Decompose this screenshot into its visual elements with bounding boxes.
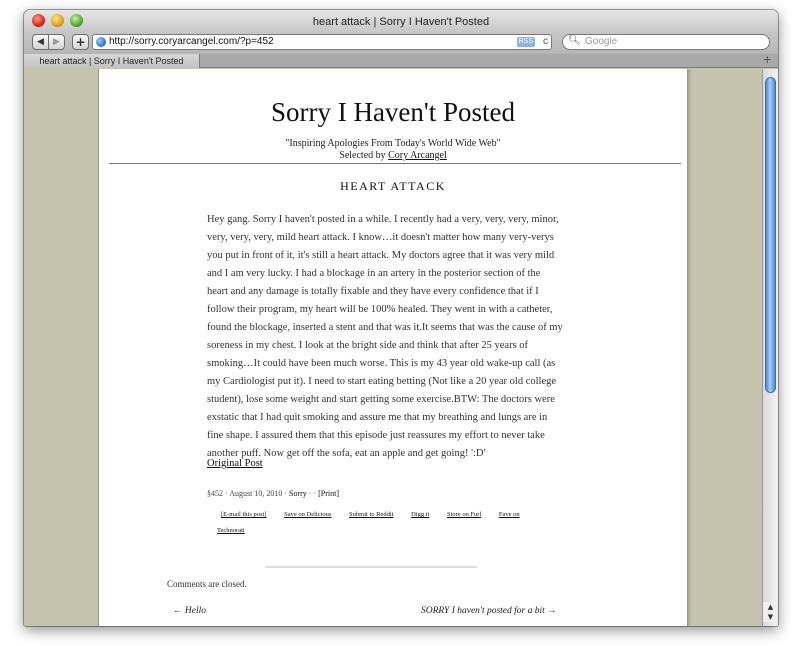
add-bookmark-button[interactable]: + (72, 34, 89, 50)
reload-icon[interactable]: c (543, 35, 548, 49)
next-post-link[interactable]: SORRY I haven't posted for a bit → (421, 606, 557, 616)
digg-link[interactable]: Digg it (411, 511, 429, 518)
toolbar: ◀ ▶ + http://sorry.coryarcangel.com/?p=4… (24, 32, 778, 54)
rss-button[interactable]: RSS (516, 37, 535, 47)
page-content: Sorry I Haven't Posted "Inspiring Apolog… (98, 69, 688, 626)
plus-icon: + (75, 35, 86, 49)
delicious-link[interactable]: Save on Delicious (284, 511, 331, 518)
search-icon: 🔍︎ (568, 35, 581, 46)
window-title: heart attack | Sorry I Haven't Posted (312, 16, 490, 28)
post-meta-separator: · · (308, 489, 317, 498)
url-text: http://sorry.coryarcangel.com/?p=452 (109, 36, 274, 47)
original-post-link[interactable]: Original Post (207, 458, 263, 469)
selected-by-label: Selected by (339, 150, 386, 161)
scroll-thumb[interactable] (765, 77, 776, 393)
back-button[interactable]: ◀ (32, 34, 49, 50)
title-bar: heart attack | Sorry I Haven't Posted (24, 10, 778, 32)
page-viewport: Sorry I Haven't Posted "Inspiring Apolog… (24, 69, 762, 626)
selected-by-line: Selected by Cory Arcangel (99, 150, 687, 161)
post-meta-date: §452 · August 10, 2010 · (207, 489, 287, 498)
search-field[interactable]: 🔍︎ Google (562, 34, 770, 50)
browser-window: heart attack | Sorry I Haven't Posted ◀ … (24, 10, 778, 626)
forward-arrow-icon: ▶ (53, 37, 60, 47)
email-post-link[interactable]: [E-mail this post] (221, 511, 267, 518)
site-title[interactable]: Sorry I Haven't Posted (99, 97, 687, 128)
forward-button[interactable]: ▶ (48, 34, 65, 50)
previous-post-link[interactable]: ← Hello (173, 606, 206, 616)
close-window-button[interactable] (32, 14, 45, 27)
category-link[interactable]: Sorry (289, 489, 307, 498)
minimize-window-button[interactable] (51, 14, 64, 27)
new-tab-icon[interactable]: + (763, 53, 772, 66)
site-tagline: "Inspiring Apologies From Today's World … (285, 138, 501, 149)
zoom-window-button[interactable] (70, 14, 83, 27)
reddit-link[interactable]: Submit to Reddit (349, 511, 393, 518)
post-body: Hey gang. Sorry I haven't posted in a wh… (207, 214, 563, 459)
globe-icon (96, 37, 106, 47)
back-arrow-icon: ◀ (37, 37, 44, 47)
address-bar[interactable]: http://sorry.coryarcangel.com/?p=452 RSS… (92, 34, 552, 50)
tab-active[interactable]: heart attack | Sorry I Haven't Posted (24, 54, 200, 68)
header-divider (109, 163, 681, 164)
vertical-scrollbar[interactable]: ▲ ▼ (762, 69, 778, 626)
post-meta: §452 · August 10, 2010 · Sorry · · [Prin… (207, 489, 339, 498)
scroll-up-icon[interactable]: ▲ (763, 602, 778, 612)
print-link[interactable]: [Print] (318, 489, 339, 498)
comments-closed-text: Comments are closed. (167, 579, 247, 589)
author-link[interactable]: Cory Arcangel (388, 150, 447, 161)
tab-bar: heart attack | Sorry I Haven't Posted + (24, 53, 778, 68)
share-links: [E-mail this post] Save on Delicious Sub… (217, 507, 547, 539)
scroll-down-icon[interactable]: ▼ (763, 612, 778, 622)
furl-link[interactable]: Store on Furl (447, 511, 481, 518)
search-placeholder: Google (585, 36, 618, 47)
comments-divider (265, 566, 477, 568)
post-title: HEART ATTACK (340, 179, 446, 193)
